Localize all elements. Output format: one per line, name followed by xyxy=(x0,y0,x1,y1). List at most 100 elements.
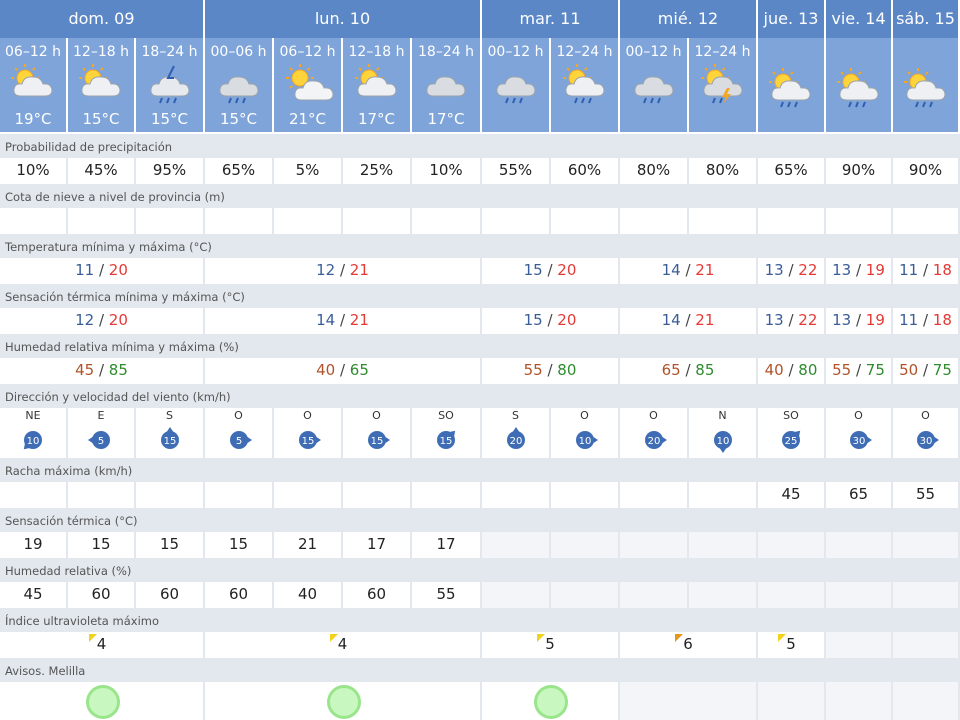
humidity-hourly-value-text: 60 xyxy=(228,585,249,603)
wind-speed: 10 xyxy=(27,436,40,447)
wind-speed: 15 xyxy=(163,436,176,447)
feel-range: 15 / 20 xyxy=(482,308,620,334)
warning-level-green-icon[interactable] xyxy=(85,685,120,719)
feel-hourly-value-text: 17 xyxy=(436,535,456,553)
feel-hourly-value: 17 xyxy=(343,532,412,558)
warning-cell[interactable] xyxy=(205,682,482,720)
wind-cell: NE 10 xyxy=(0,408,68,458)
period-header xyxy=(893,38,960,132)
feel-hourly-value xyxy=(482,532,551,558)
humidity-range-max: 80 xyxy=(798,361,818,379)
gust-value xyxy=(689,482,758,508)
feel-hourly-value: 21 xyxy=(274,532,343,558)
period-temp: 17°C xyxy=(357,110,396,128)
humidity-hourly-value-text: 60 xyxy=(159,585,180,603)
separator: / xyxy=(851,261,866,279)
feel-hourly-value-text: 15 xyxy=(159,535,180,553)
temp-range-max: 18 xyxy=(932,261,952,279)
temp-range-max: 21 xyxy=(695,261,715,279)
temp-range-max: 19 xyxy=(865,261,885,279)
day-label: vie. 14 xyxy=(831,9,886,28)
wind-speed: 30 xyxy=(852,436,865,447)
precip-value: 45% xyxy=(68,158,136,184)
snow-value xyxy=(551,208,620,234)
day-header: jue. 13 xyxy=(758,0,826,38)
period-header: 18–24 h 15°C xyxy=(136,38,205,132)
wind-arrow-icon: 10 xyxy=(575,431,598,449)
wind-speed: 10 xyxy=(716,436,729,447)
day-header: vie. 14 xyxy=(826,0,893,38)
wind-arrow-icon: 15 xyxy=(367,431,390,449)
humidity-hourly-value: 55 xyxy=(412,582,482,608)
warning-level-green-icon[interactable] xyxy=(326,685,361,719)
temp-range: 14 / 21 xyxy=(620,258,758,284)
period-temp: 21°C xyxy=(288,110,327,128)
humidity-hourly-value: 60 xyxy=(343,582,412,608)
period-header xyxy=(826,38,893,132)
period-label: 12–24 h xyxy=(556,44,613,60)
wind-arrow-icon: 15 xyxy=(160,427,179,449)
humidity-hourly-value xyxy=(482,582,551,608)
row-label: Probabilidad de precipitación xyxy=(0,134,960,158)
wind-cell: E5 xyxy=(68,408,136,458)
warning-cell xyxy=(893,682,960,720)
feel-range-min: 11 xyxy=(899,311,919,329)
row-label: Racha máxima (km/h) xyxy=(0,458,960,482)
sun-cloud-rain-icon xyxy=(903,68,946,108)
feel-range-max: 21 xyxy=(349,311,369,329)
separator: / xyxy=(335,261,350,279)
partly-cloudy-icon xyxy=(79,64,121,97)
wind-speed: 25 xyxy=(785,436,798,447)
snow-value xyxy=(136,208,205,234)
period-header: 12–18 h 15°C xyxy=(68,38,136,132)
wind-arrow-icon: 15 xyxy=(437,430,456,449)
snow-value xyxy=(412,208,482,234)
wind-cell: O 20 xyxy=(620,408,689,458)
uv-value xyxy=(826,632,893,658)
humidity-range: 40 / 80 xyxy=(758,358,826,384)
temp-range-min: 14 xyxy=(661,261,681,279)
uv-text: 4 xyxy=(96,635,107,653)
temp-range: 13 / 19 xyxy=(826,258,893,284)
separator: / xyxy=(680,261,696,279)
temp-range: 12 / 21 xyxy=(205,258,482,284)
period-label: 06–12 h xyxy=(5,44,61,60)
wind-direction: S xyxy=(512,409,519,422)
humidity-hourly-value-text: 40 xyxy=(297,585,318,603)
feel-hourly-value xyxy=(551,532,620,558)
separator: / xyxy=(335,311,350,329)
period-header: 06–12 h 21°C xyxy=(274,38,343,132)
period-header: 00–06 h 15°C xyxy=(205,38,274,132)
humidity-hourly-value: 45 xyxy=(0,582,68,608)
temp-range-min: 13 xyxy=(764,261,784,279)
feel-hourly-value-text: 21 xyxy=(297,535,318,553)
feel-range: 13 / 19 xyxy=(826,308,893,334)
precip-text: 95% xyxy=(152,161,187,179)
uv-text: 5 xyxy=(786,635,796,653)
wind-cell: SO 25 xyxy=(758,408,826,458)
row-label-text: Probabilidad de precipitación xyxy=(5,140,173,154)
feel-hourly-value-text: 19 xyxy=(23,535,43,553)
warning-cell[interactable] xyxy=(482,682,620,720)
separator: / xyxy=(680,361,696,379)
wind-speed: 10 xyxy=(578,436,591,447)
period-label: 00–12 h xyxy=(487,44,544,60)
humidity-range-max: 75 xyxy=(932,361,952,379)
humidity-range-min: 40 xyxy=(764,361,784,379)
warning-level-green-icon[interactable] xyxy=(534,685,568,719)
warning-cell[interactable] xyxy=(0,682,205,720)
wind-arrow-icon: 5 xyxy=(88,431,110,449)
wind-arrow-icon: 30 xyxy=(849,431,872,449)
precip-value: 65% xyxy=(758,158,826,184)
day-label: mié. 12 xyxy=(657,9,719,28)
feel-range: 14 / 21 xyxy=(205,308,482,334)
feel-hourly-value xyxy=(689,532,758,558)
period-header: 12–24 h xyxy=(551,38,620,132)
wind-direction: S xyxy=(166,409,173,422)
warning-cell xyxy=(620,682,758,720)
precip-value: 80% xyxy=(689,158,758,184)
wind-cell: S 15 xyxy=(136,408,205,458)
day-header: mar. 11 xyxy=(482,0,620,38)
wind-speed: 15 xyxy=(440,436,453,447)
temp-range-max: 21 xyxy=(349,261,369,279)
